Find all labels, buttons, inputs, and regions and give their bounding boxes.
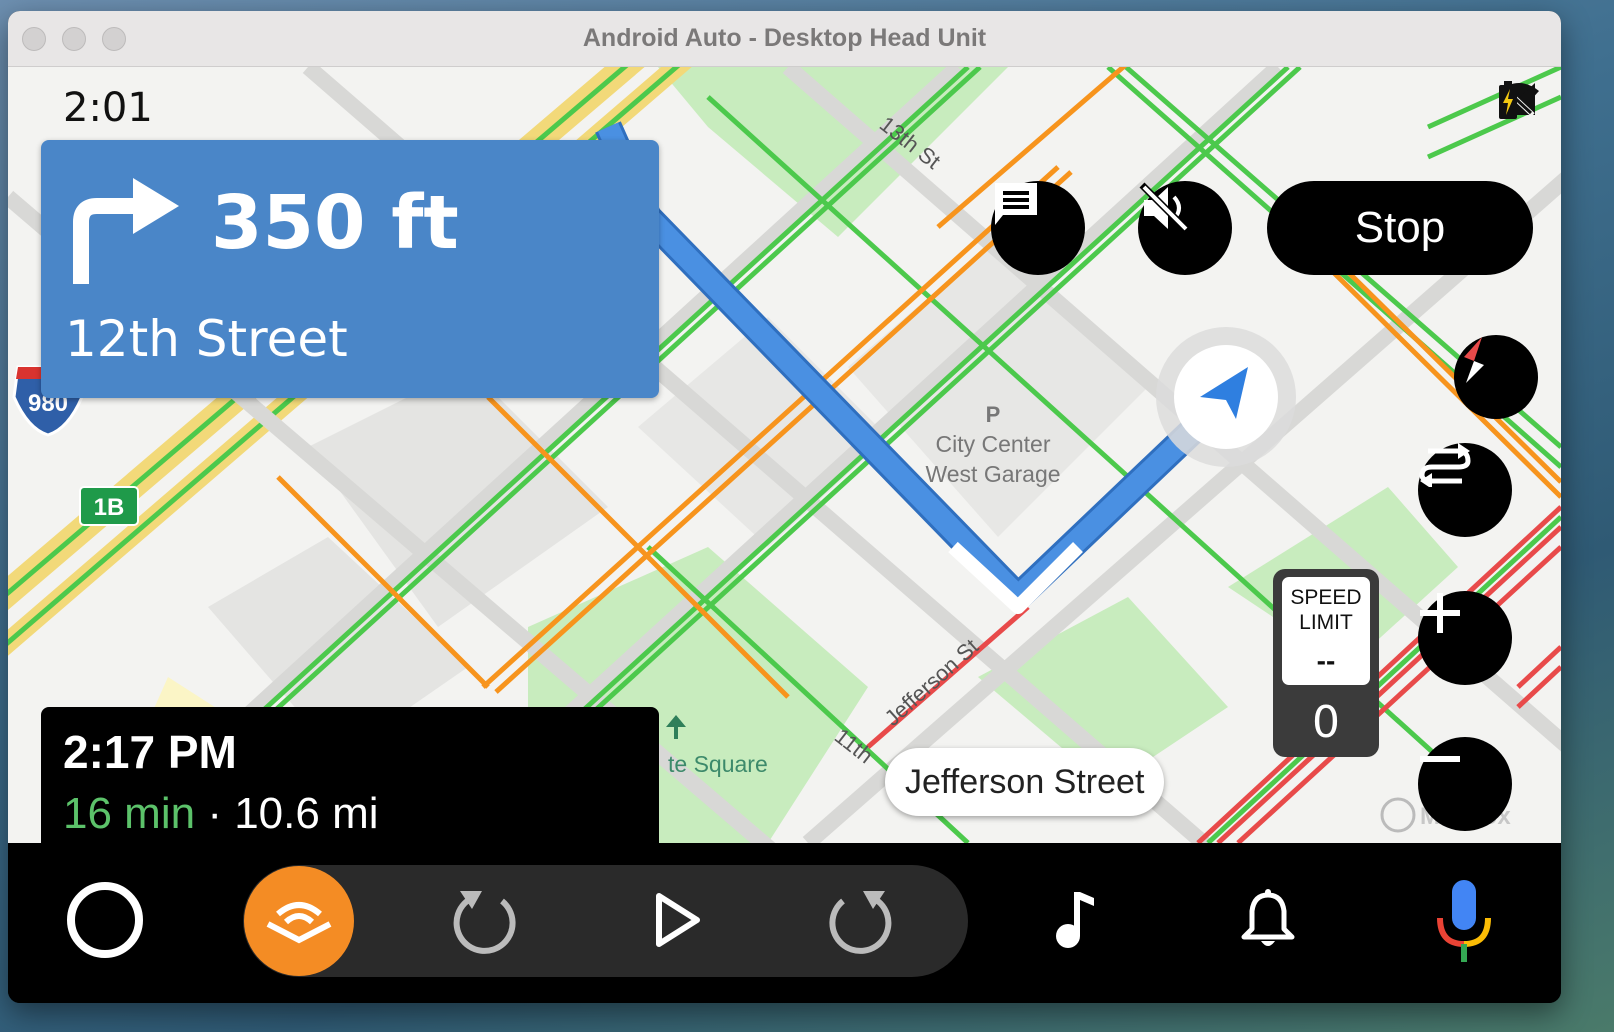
parking-icon: P — [986, 402, 1001, 427]
notifications-icon — [1240, 889, 1296, 955]
forward-button[interactable] — [818, 880, 902, 964]
home-icon — [65, 880, 145, 964]
speed-limit-value: -- — [1316, 645, 1336, 676]
current-speed: 0 — [1312, 697, 1340, 748]
zoom-out-button[interactable] — [1418, 737, 1512, 831]
audible-icon — [264, 894, 334, 948]
messages-button[interactable] — [991, 181, 1085, 275]
window-title: Android Auto - Desktop Head Unit — [582, 24, 987, 52]
speed-limit-panel: SPEED LIMIT -- 0 — [1273, 569, 1379, 757]
compass-button[interactable] — [1454, 335, 1538, 419]
turn-street-name: 12th Street — [65, 310, 348, 368]
replay-icon — [450, 885, 520, 959]
music-icon — [1052, 890, 1096, 954]
poi-label-square: te Square — [668, 751, 768, 777]
replay-button[interactable] — [443, 880, 527, 964]
trip-separator: · — [207, 789, 222, 838]
play-button[interactable] — [636, 880, 720, 964]
poi-label-line2: West Garage — [925, 461, 1060, 487]
mute-button[interactable] — [1138, 181, 1232, 275]
play-icon — [653, 892, 703, 952]
arrival-time: 2:17 PM — [63, 726, 237, 778]
notifications-button[interactable] — [1226, 880, 1310, 964]
stop-navigation-button[interactable]: Stop — [1267, 181, 1533, 275]
speed-limit-label-1: SPEED — [1290, 586, 1362, 609]
trip-duration: 16 min — [63, 789, 196, 838]
zoom-in-button[interactable] — [1418, 591, 1512, 685]
next-street-label: Jefferson Street — [885, 748, 1165, 816]
route-overview-button[interactable] — [1418, 443, 1512, 537]
trip-eta-card[interactable]: 2:17 PM 16 min · 10.6 mi — [41, 707, 659, 843]
trip-info: 16 min · 10.6 mi — [63, 789, 379, 839]
head-unit-screen: 980 1B 13th St Jefferson St 11th P City … — [8, 67, 1561, 1003]
next-turn-card[interactable]: 350 ft 12th Street — [41, 140, 659, 398]
mapbox-logo-icon — [1380, 797, 1416, 833]
trip-distance: 10.6 mi — [234, 789, 379, 838]
app-dock — [8, 843, 1561, 1003]
building-block — [848, 237, 1148, 537]
speed-limit-label-2: LIMIT — [1299, 611, 1353, 634]
turn-distance: 350 ft — [211, 180, 459, 266]
forward-icon — [825, 885, 895, 959]
microphone-icon — [1434, 878, 1494, 968]
title-bar: Android Auto - Desktop Head Unit — [8, 11, 1561, 67]
exit-number: 1B — [94, 494, 125, 521]
music-button[interactable] — [1032, 880, 1116, 964]
audible-app-button[interactable] — [244, 866, 354, 976]
status-clock: 2:01 — [63, 85, 153, 131]
app-window: Android Auto - Desktop Head Unit 980 1B … — [8, 11, 1561, 1003]
poi-label-line1: City Center — [935, 431, 1050, 457]
speed-limit-sign: SPEED LIMIT -- — [1279, 574, 1373, 688]
voice-assistant-button[interactable] — [1422, 873, 1506, 973]
map-view[interactable]: 980 1B 13th St Jefferson St 11th P City … — [8, 67, 1561, 843]
street-label-jefferson: Jefferson St — [880, 634, 984, 731]
home-button[interactable] — [63, 880, 147, 964]
